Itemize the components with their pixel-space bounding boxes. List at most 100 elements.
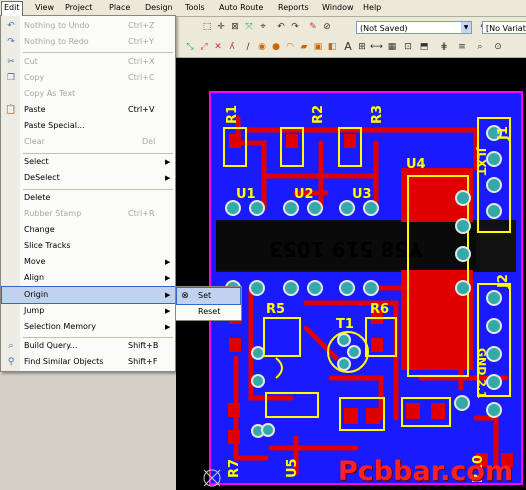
layers-icon[interactable]: ≡ (456, 41, 468, 53)
menu-item-jump[interactable]: Jump ▶ (2, 303, 175, 319)
room-icon[interactable]: ⊡ (402, 41, 414, 53)
query-icon: ⌕ (8, 341, 14, 351)
highlight-icon[interactable]: ✎ (307, 21, 319, 33)
inspect-icon[interactable]: ⊙ (492, 41, 504, 53)
find-similar-icon: ⚲ (7, 357, 15, 367)
redo-toolbar-icon[interactable]: ↷ (289, 21, 301, 33)
document-state-combo[interactable]: (Not Saved) ▼ (356, 21, 472, 34)
origin-set-icon: ⊗ (181, 291, 189, 301)
cross-probe-icon[interactable]: ⤧ (243, 21, 255, 33)
undo-toolbar-icon[interactable]: ↶ (275, 21, 287, 33)
menu-auto-route[interactable]: Auto Route (217, 2, 265, 13)
pcb-workspace[interactable]: Y58 519 1053 R1 R2 R3 U1 U2 U3 U4 J1 J2 … (176, 58, 526, 490)
menu-item-move[interactable]: Move ▶ (2, 254, 175, 270)
designator-j2: J2 (496, 274, 511, 289)
menu-item-redo[interactable]: ↷ Nothing to Redo Ctrl+Y (2, 34, 175, 50)
menu-item-undo[interactable]: ↶ Nothing to Undo Ctrl+Z (2, 18, 175, 34)
menu-item-rubber-stamp[interactable]: Rubber Stamp Ctrl+R (2, 206, 175, 222)
menu-item-label: Clear (24, 137, 45, 146)
route-icon[interactable]: ⤡ (184, 41, 196, 53)
align-icon[interactable]: ⬒ (418, 41, 430, 53)
menu-item-select[interactable]: Select ▶ (2, 154, 175, 170)
menu-item-shortcut: Ctrl+Z (128, 21, 155, 30)
menu-item-change[interactable]: Change (2, 222, 175, 238)
menu-help[interactable]: Help (361, 2, 383, 13)
component-icon[interactable]: ▦ (386, 41, 398, 53)
menu-item-build-query[interactable]: ⌕ Build Query... Shift+B (2, 338, 175, 354)
submenu-item-set[interactable]: ⊗ Set (176, 287, 241, 305)
coordinate-icon[interactable]: ⊞ (356, 41, 368, 53)
menu-item-shortcut: Ctrl+C (128, 73, 155, 82)
menu-item-shortcut: Ctrl+V (128, 105, 155, 114)
submenu-item-label: Reset (198, 307, 221, 316)
zoom-icon[interactable]: ⌕ (474, 41, 486, 53)
chip-marking: Y58 519 1053 (269, 237, 424, 261)
pad-icon[interactable]: ◉ (256, 41, 268, 53)
origin-submenu: ⊗ Set Reset (175, 286, 242, 321)
menu-item-label: Copy (24, 73, 45, 82)
menu-edit[interactable]: Edit (1, 1, 23, 16)
menu-item-label: Paste (24, 105, 46, 114)
menu-item-copy-as-text[interactable]: Copy As Text (2, 86, 175, 102)
track-icon[interactable]: ∕ (242, 41, 254, 53)
clear-icon[interactable]: ⊘ (321, 21, 333, 33)
diff-pair-icon[interactable]: ✕ (212, 41, 224, 53)
submenu-item-reset[interactable]: Reset (177, 304, 240, 320)
rubber-band-icon[interactable]: ⌖ (257, 21, 269, 33)
multi-route-icon[interactable]: ʎ (226, 41, 238, 53)
menu-view[interactable]: View (33, 2, 56, 13)
menu-item-align[interactable]: Align ▶ (2, 270, 175, 286)
designator-j1: J1 (496, 126, 511, 141)
menu-item-selection-memory[interactable]: Selection Memory ▶ (2, 319, 175, 335)
menu-item-origin[interactable]: Origin ▶ (1, 286, 176, 304)
menu-item-paste-special[interactable]: Paste Special... (2, 118, 175, 134)
menu-item-delete[interactable]: Delete (2, 190, 175, 206)
menu-item-shortcut: Ctrl+Y (128, 37, 154, 46)
menu-tools[interactable]: Tools (183, 2, 207, 13)
variant-value: [No Variati (486, 24, 526, 33)
menu-place[interactable]: Place (107, 2, 132, 13)
toolbar-place: ⤡ ⤢ ✕ ʎ ∕ ◉ ● ◠ ▰ ▣ ◧ A ⊞ ⟷ ▦ ⊡ ⬒ ⋕ ≡ ⌕ … (176, 38, 526, 58)
menu-item-find-similar[interactable]: ⚲ Find Similar Objects Shift+F (2, 354, 175, 370)
region-icon[interactable]: ◧ (326, 41, 338, 53)
menu-project[interactable]: Project (63, 2, 94, 13)
menu-item-deselect[interactable]: DeSelect ▶ (2, 170, 175, 186)
cut-icon: ✂ (7, 57, 15, 67)
menu-item-copy[interactable]: ❐ Copy Ctrl+C (2, 70, 175, 86)
menu-item-paste[interactable]: 📋 Paste Ctrl+V (2, 102, 175, 118)
fill-icon[interactable]: ▰ (298, 41, 310, 53)
menu-reports[interactable]: Reports (276, 2, 311, 13)
menu-item-label: Select (24, 157, 49, 166)
menu-item-shortcut: Shift+B (128, 341, 159, 350)
menu-item-label: Paste Special... (24, 121, 85, 130)
menu-item-shortcut: Del (142, 137, 156, 146)
menu-item-clear[interactable]: Clear Del (2, 134, 175, 150)
dimension-icon[interactable]: ⟷ (370, 41, 383, 53)
menu-item-label: Nothing to Undo (24, 21, 90, 30)
designator-u4: U4 (406, 157, 426, 172)
menu-item-label: Build Query... (24, 341, 78, 350)
interactive-route-icon[interactable]: ⤢ (198, 41, 210, 53)
menu-item-slice-tracks[interactable]: Slice Tracks (2, 238, 175, 254)
arc-icon[interactable]: ◠ (284, 41, 296, 53)
polygon-icon[interactable]: ▣ (312, 41, 324, 53)
submenu-arrow-icon: ▶ (165, 174, 171, 182)
menu-design[interactable]: Design (143, 2, 175, 13)
menu-item-label: DeSelect (24, 173, 60, 182)
submenu-arrow-icon: ▶ (165, 274, 171, 282)
designator-r6: R6 (370, 302, 389, 317)
select-area-icon[interactable]: ⬚ (201, 21, 213, 33)
move-icon[interactable]: ✛ (215, 21, 227, 33)
variant-combo[interactable]: [No Variati (482, 21, 526, 34)
designator-r3: R3 (370, 105, 385, 124)
menu-window[interactable]: Window (320, 2, 356, 13)
via-icon[interactable]: ● (270, 41, 282, 53)
submenu-arrow-icon: ▶ (165, 158, 171, 166)
grid-icon[interactable]: ⋕ (438, 41, 450, 53)
string-icon[interactable]: A (342, 41, 354, 53)
pcb-board: Y58 519 1053 R1 R2 R3 U1 U2 U3 U4 J1 J2 … (203, 91, 523, 487)
deselect-icon[interactable]: ⊠ (229, 21, 241, 33)
menu-item-cut[interactable]: ✂ Cut Ctrl+X (2, 54, 175, 70)
menu-item-label: Move (24, 257, 46, 266)
designator-u5: U5 (285, 458, 300, 478)
